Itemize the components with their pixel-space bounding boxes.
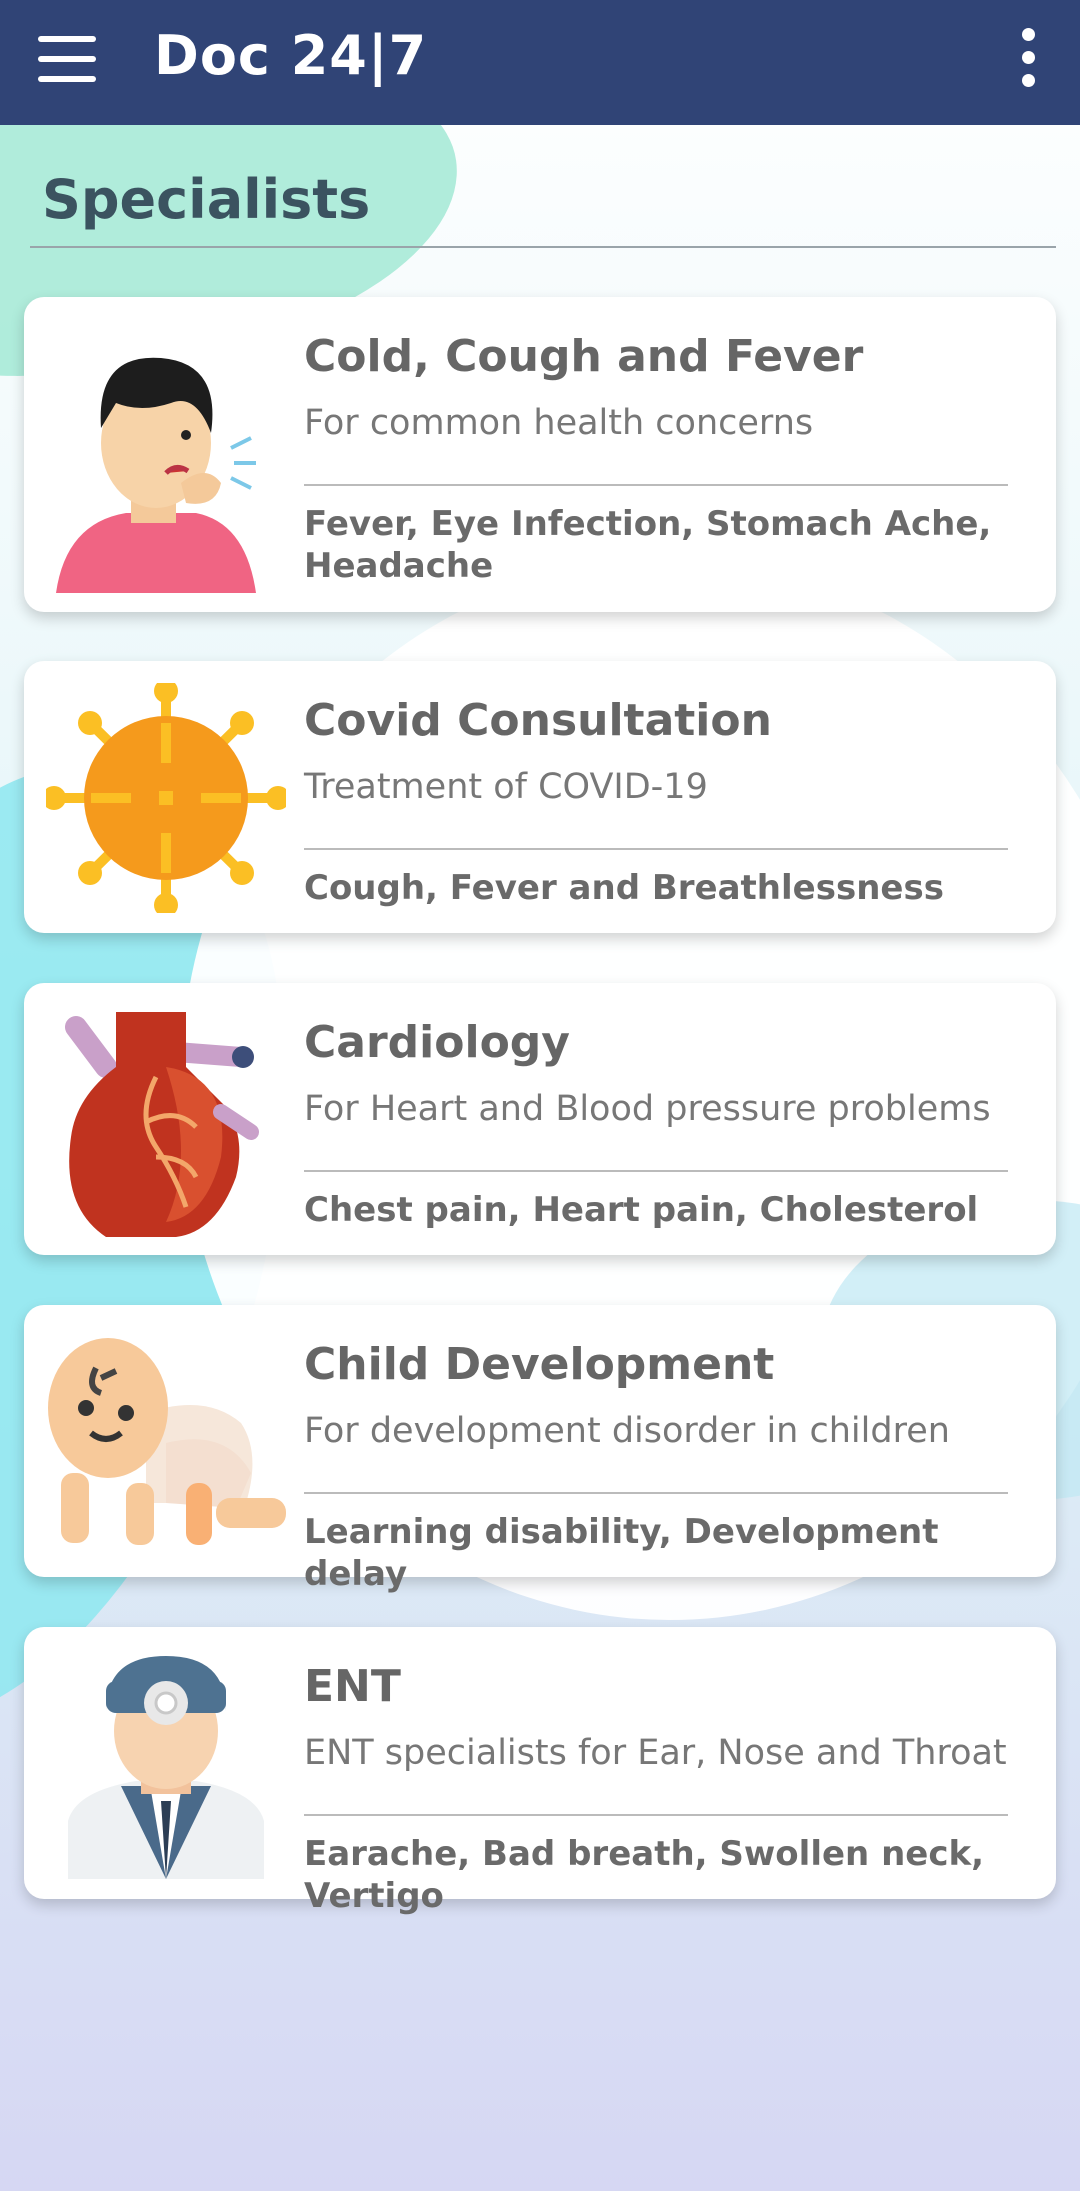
card-tags: Learning disability, Development delay (304, 1512, 939, 1594)
card-title: Cold, Cough and Fever (304, 331, 864, 382)
card-title: ENT (304, 1661, 401, 1712)
card-subtitle: For development disorder in children (304, 1411, 950, 1451)
card-title: Child Development (304, 1339, 775, 1390)
specialist-card-covid[interactable]: Covid Consultation Treatment of COVID-19… (24, 661, 1056, 933)
card-title: Cardiology (304, 1017, 570, 1068)
card-divider (304, 1492, 1008, 1494)
card-divider (304, 1814, 1008, 1816)
card-subtitle: Treatment of COVID-19 (304, 767, 708, 807)
card-divider (304, 848, 1008, 850)
card-tags: Earache, Bad breath, Swollen neck, Verti… (304, 1834, 985, 1916)
more-vertical-icon[interactable] (1016, 28, 1040, 98)
app-title: Doc 24|7 (154, 24, 428, 87)
card-divider (304, 484, 1008, 486)
card-tags: Chest pain, Heart pain, Cholesterol (304, 1190, 979, 1230)
card-subtitle: ENT specialists for Ear, Nose and Throat (304, 1733, 1007, 1773)
crawling-baby-icon (48, 1338, 286, 1545)
card-subtitle: For common health concerns (304, 403, 814, 443)
card-title: Covid Consultation (304, 695, 772, 746)
card-tags: Fever, Eye Infection, Stomach Ache, Head… (304, 504, 992, 586)
specialist-card-cold-cough-fever[interactable]: Cold, Cough and Fever For common health … (24, 297, 1056, 612)
virus-icon (46, 683, 286, 913)
card-tags: Cough, Fever and Breathlessness (304, 868, 944, 908)
card-subtitle: For Heart and Blood pressure problems (304, 1089, 991, 1129)
ent-doctor-icon (68, 1656, 264, 1879)
hamburger-menu-icon[interactable] (38, 36, 96, 86)
coughing-person-icon (56, 357, 256, 593)
divider (30, 246, 1056, 248)
app-bar: Doc 24|7 (0, 0, 1080, 125)
card-divider (304, 1170, 1008, 1172)
heart-icon (65, 1012, 259, 1237)
specialist-card-cardiology[interactable]: Cardiology For Heart and Blood pressure … (24, 983, 1056, 1255)
specialist-card-ent[interactable]: ENT ENT specialists for Ear, Nose and Th… (24, 1627, 1056, 1916)
page-title: Specialists (42, 168, 371, 231)
specialist-card-child-development[interactable]: Child Development For development disord… (24, 1305, 1056, 1594)
